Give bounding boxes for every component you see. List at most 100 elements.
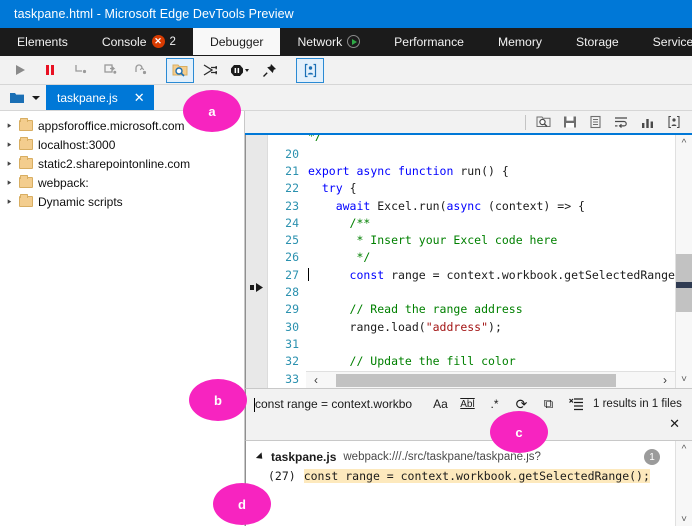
search-results-panel[interactable]: taskpane.js webpack:///./src/taskpane/ta… [245,440,692,526]
code-line[interactable]: 24 /** [268,214,675,231]
folder-dropdown-icon[interactable] [6,85,28,110]
tab-network[interactable]: Network [280,28,377,55]
pretty-print-icon[interactable] [296,57,324,83]
file-tree-pane[interactable]: ▸ appsforoffice.microsoft.com ▸ localhost:3… [0,111,245,526]
code-line[interactable]: 22 try { [268,180,675,197]
hscrollbar-thumb[interactable] [336,373,616,387]
match-word-icon[interactable]: Abl [454,393,481,415]
search-input[interactable] [255,397,427,411]
file-tree-item[interactable]: ▸ static2.sharepointonline.com [0,154,244,173]
code-token: ); [488,319,502,334]
code-token: async function [356,163,461,178]
search-match-marker [676,282,692,288]
chart-icon[interactable] [635,112,660,132]
line-number: 28 [285,285,299,300]
save-icon[interactable] [557,112,582,132]
tab-memory[interactable]: Memory [481,28,559,55]
scrollbar-track[interactable] [676,152,692,371]
clear-results-icon[interactable] [562,393,589,415]
code-token: { [342,181,357,196]
open-file-tab-taskpane-js[interactable]: taskpane.js ✕ [46,85,154,110]
pause-exceptions-icon[interactable] [226,58,254,83]
expand-triangle-icon[interactable]: ▸ [6,158,13,169]
results-scrollbar[interactable]: ^ ˅ [675,441,692,526]
code-token: try [321,181,343,196]
step-into-icon[interactable] [96,58,124,83]
tab-label: Network [297,34,343,49]
expand-triangle-icon[interactable]: ▸ [6,196,13,207]
close-icon[interactable]: ✕ [134,91,145,104]
pause-icon[interactable] [36,58,64,83]
file-tree-item[interactable]: ▸ localhost:3000 [0,135,244,154]
result-file-header[interactable]: taskpane.js webpack:///./src/taskpane/ta… [246,441,692,464]
tab-performance[interactable]: Performance [377,28,481,55]
hscrollbar-track[interactable] [326,373,655,387]
code-line[interactable]: 31 [268,335,675,352]
close-find-icon[interactable]: ✕ [669,416,680,432]
chevron-down-icon[interactable] [30,85,41,110]
collapse-triangle-icon[interactable] [255,452,266,462]
word-wrap-icon[interactable] [609,112,634,132]
tab-service-workers[interactable]: Service Workers [636,28,692,55]
editor-vertical-scrollbar[interactable]: ^ ˅ [675,135,692,388]
network-record-icon[interactable] [347,35,361,48]
line-number: 23 [285,198,299,213]
code-editor[interactable]: */ 20 21 export async function run() {22 t… [245,135,692,388]
code-text: const range = context.workbook.getSelect… [308,267,675,282]
breakpoint-gutter[interactable] [246,135,268,388]
code-line[interactable]: 20 [268,145,675,162]
file-tree-item[interactable]: ▸ Dynamic scripts [0,192,244,211]
expand-triangle-icon[interactable]: ▸ [6,177,13,188]
expand-triangle-icon[interactable]: ▸ [6,139,13,150]
find-bar[interactable]: Aa Abl .* ⟳ ⧉ 1 results in 1 files ✕ [245,388,692,440]
tab-elements[interactable]: Elements [0,28,85,55]
code-token: range.load( [308,319,426,334]
code-line[interactable]: 25 * Insert your Excel code here [268,231,675,248]
file-tree-item[interactable]: ▸ webpack: [0,173,244,192]
pin-icon[interactable] [256,58,284,83]
results-scroll-down-icon[interactable]: ˅ [681,514,687,525]
tab-console[interactable]: Console ✕ 2 [85,28,193,55]
line-number: 32 [285,354,299,369]
scroll-up-icon[interactable]: ^ [676,135,692,152]
code-line[interactable]: 21 export async function run() { [268,162,675,179]
folder-icon [19,156,33,169]
breakpoint-filter-icon[interactable] [196,58,224,83]
code-line[interactable]: 29 // Read the range address [268,301,675,318]
step-out-icon[interactable] [126,58,154,83]
line-number: 29 [285,302,299,317]
debugger-toolbar[interactable] [0,56,692,85]
code-text: await Excel.run(async (context) => { [308,199,585,213]
editor-toolbar[interactable] [245,111,692,135]
scroll-left-icon[interactable]: ‹ [306,373,326,387]
code-line[interactable]: 23 await Excel.run(async (context) => { [268,197,675,214]
format-pretty-print-icon[interactable] [661,112,686,132]
find-icon[interactable] [531,112,556,132]
code-line[interactable]: 32 // Update the fill color [268,353,675,370]
tab-storage[interactable]: Storage [559,28,636,55]
code-line[interactable]: 26 */ [268,249,675,266]
scroll-down-icon[interactable]: ˅ [676,371,692,388]
match-case-icon[interactable]: Aa [427,393,454,415]
code-token: run() { [460,163,509,178]
code-line[interactable]: 27 const range = context.workbook.getSel… [268,266,675,283]
line-number: 26 [285,250,299,265]
editor-horizontal-scrollbar[interactable]: ‹ › [306,371,675,388]
regex-icon[interactable]: .* [481,393,508,415]
results-scroll-up-icon[interactable]: ^ [682,444,687,455]
continue-icon[interactable] [6,58,34,83]
copy-results-icon[interactable]: ⧉ [535,393,562,415]
search-folder-icon[interactable] [166,57,194,83]
copy-file-icon[interactable] [583,112,608,132]
expand-triangle-icon[interactable]: ▸ [6,120,13,131]
step-over-icon[interactable] [66,58,94,83]
result-match-row[interactable]: (27) const range = context.workbook.getS… [246,469,692,483]
scroll-right-icon[interactable]: › [655,373,675,387]
code-lines[interactable]: */ 20 21 export async function run() {22 t… [268,135,675,388]
file-tab-row[interactable]: taskpane.js ✕ [0,85,692,111]
panel-tabstrip[interactable]: Elements Console ✕ 2 Debugger Network Performa… [0,28,692,56]
code-line[interactable]: 28 [268,283,675,300]
tab-label: Storage [575,34,619,49]
tab-debugger[interactable]: Debugger [192,28,281,55]
code-line[interactable]: 30 range.load("address"); [268,318,675,335]
